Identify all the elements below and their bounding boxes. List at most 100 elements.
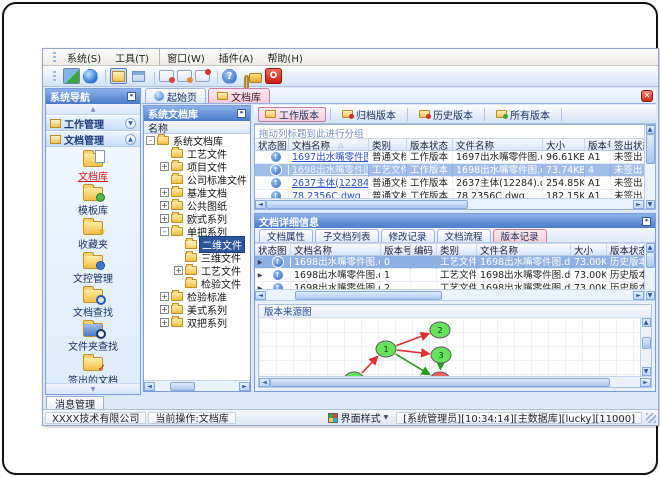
menu-item[interactable]: 窗口(W) (159, 48, 212, 66)
scroll-left-icon[interactable]: ◄ (255, 199, 266, 209)
scroll-left-icon[interactable]: ◄ (144, 381, 155, 391)
detail-tab[interactable]: 修改记录 (380, 229, 435, 243)
sidebar-item[interactable]: 模板库 (49, 184, 137, 218)
column-header[interactable]: 类别 (437, 244, 477, 255)
pin-icon[interactable]: • (237, 109, 246, 118)
scroll-right-icon[interactable]: ► (633, 290, 644, 300)
sidebar-item[interactable]: 文档查找 (49, 286, 137, 320)
scroll-left-icon[interactable]: ◄ (255, 290, 266, 300)
exit-icon[interactable] (265, 68, 282, 84)
column-header[interactable]: 版本号 (381, 244, 411, 255)
tree-column-header[interactable]: 名称 (144, 121, 250, 135)
detail-tab[interactable]: 文档流程 (436, 229, 491, 243)
globe-icon[interactable] (83, 68, 98, 84)
table-row[interactable]: ↑ 1697出水嘴零件图.dwg普通文档工作版本1697出水嘴零件图.dwg96… (255, 151, 644, 164)
resize-grip[interactable] (646, 412, 656, 423)
chevron-down-icon[interactable]: ▼ (125, 117, 136, 129)
column-header[interactable]: 文档名称 (291, 244, 381, 255)
version-filter-button[interactable]: 所有版本 (489, 107, 557, 122)
column-header[interactable]: 版本状态 (407, 139, 453, 150)
column-header[interactable]: 文件名称 (453, 139, 543, 150)
scroll-down-icon[interactable]: ▼ (645, 291, 655, 300)
scroll-left-icon[interactable]: ◄ (259, 377, 270, 387)
lock-icon[interactable] (244, 73, 262, 90)
version-filter-button[interactable]: 工作版本 (258, 106, 326, 122)
scroll-right-icon[interactable]: ► (239, 381, 250, 391)
menu-item[interactable]: 帮助(H) (260, 49, 309, 66)
ui-style-picker[interactable]: 界面样式 ▼ (322, 412, 395, 425)
tree-expander-icon[interactable]: + (160, 162, 169, 171)
table-row[interactable]: ↑ 2637主体(12284).dwg普通文档工作版本2637主体(12284)… (255, 176, 644, 190)
detail-tab[interactable]: 子文档列表 (315, 229, 379, 243)
menu-item[interactable]: 工具(T) (108, 49, 156, 66)
tree-expander-icon[interactable]: + (160, 305, 169, 314)
tree-expander-icon[interactable]: - (146, 136, 155, 145)
pin-icon[interactable]: • (127, 92, 136, 101)
scroll-up-strip[interactable]: ▲ (46, 104, 140, 115)
tree-expander-icon[interactable]: + (160, 292, 169, 301)
tree-item[interactable]: + 双把系列 (144, 316, 250, 330)
tree-expander-icon[interactable]: + (160, 188, 169, 197)
column-header[interactable]: 状态图 (255, 244, 291, 255)
grid-horizontal-scrollbar[interactable]: ◄ ► (255, 198, 644, 209)
detail-vertical-scrollbar[interactable]: ▲ ▼ (644, 243, 655, 300)
sidebar-item[interactable]: 文控管理 (49, 252, 137, 286)
sidebar-group-work[interactable]: 工作管理 ▼ (46, 115, 140, 131)
sidebar-item[interactable]: 收藏夹 (49, 218, 137, 252)
mail-alert-icon[interactable] (195, 69, 211, 82)
tree-horizontal-scrollbar[interactable]: ◄ ► (144, 380, 250, 391)
mail-compose-icon[interactable] (154, 70, 175, 85)
detail-tab[interactable]: 版本记录 (492, 229, 547, 243)
workspace-grid-icon[interactable] (130, 68, 147, 84)
tree-expander-icon[interactable]: + (160, 214, 169, 223)
graph-horizontal-scrollbar[interactable]: ◄ ► (259, 376, 651, 387)
table-row[interactable]: ▶ ↑ 1698出水嘴零件图.dwg1工艺文件1698出水嘴零件图.dwg73.… (255, 268, 644, 282)
table-row[interactable]: ↑ 1698出水嘴零件图.dwg工艺文件工作版本1698出水嘴零件图.dwg73… (255, 163, 644, 177)
table-row[interactable]: ▶ ↑ 1698出水嘴零件图.dwg0工艺文件1698出水嘴零件图.dwg73.… (255, 256, 644, 269)
menu-item[interactable]: 系统(S) (60, 49, 108, 66)
scroll-up-icon[interactable]: ▲ (645, 243, 655, 252)
tree-expander-icon[interactable]: + (160, 201, 169, 210)
grid-vertical-scrollbar[interactable]: ▲ ▼ (644, 125, 655, 209)
mail-receive-icon[interactable] (177, 70, 193, 83)
scroll-up-icon[interactable]: ▲ (645, 125, 655, 134)
scroll-right-icon[interactable]: ► (640, 377, 651, 387)
scroll-up-icon[interactable]: ▲ (641, 318, 651, 327)
tree-expander-icon[interactable]: + (174, 266, 183, 275)
version-filter-button[interactable]: 归档版本 (335, 107, 403, 122)
toolbar-grip[interactable] (53, 51, 56, 63)
chevron-up-icon[interactable]: ▲ (125, 133, 136, 145)
column-header[interactable]: 文件名称 (477, 244, 571, 255)
version-graph-canvas[interactable]: 01234 (259, 318, 640, 376)
column-header[interactable]: 文档名称 (289, 139, 369, 150)
tree-expander-icon[interactable]: + (160, 318, 169, 327)
detail-tab[interactable]: 文档属性 (259, 229, 314, 243)
detail-horizontal-scrollbar[interactable]: ◄ ► (255, 289, 644, 300)
table-row[interactable]: ▶ ↑ 1698出水嘴零件图.dwg2工艺文件1698出水嘴零件图.dwg73.… (255, 281, 644, 289)
toolbar-grip[interactable] (53, 70, 56, 82)
sidebar-item[interactable]: 文档库 (49, 150, 137, 184)
version-filter-button[interactable]: 历史版本 (412, 107, 480, 122)
column-header[interactable]: 版本状态 (607, 244, 644, 256)
table-row[interactable]: ↑ 78 2356C.dwg 普通文档 工作版本 78 2356C.dwg 182.15… (255, 189, 644, 198)
column-header[interactable]: 大小 (543, 139, 585, 150)
column-header[interactable]: 编码 (411, 244, 437, 255)
column-header[interactable]: 类别 (369, 139, 407, 150)
close-icon[interactable]: ✕ (641, 90, 653, 102)
sidebar-item[interactable]: 文件夹查找 (49, 320, 137, 354)
sidebar-group-docs[interactable]: 文档管理 ▲ (46, 131, 140, 147)
pin-icon[interactable]: • (642, 216, 651, 226)
message-manager-tab[interactable]: 消息管理 (46, 396, 104, 411)
scroll-down-strip[interactable]: ▼ (46, 383, 140, 394)
screen-preview-icon[interactable] (63, 68, 80, 84)
column-header[interactable]: 状态图 (255, 139, 289, 150)
sidebar-item[interactable]: 签出的文档 (49, 354, 137, 383)
document-window-icon[interactable] (105, 68, 127, 84)
menu-item[interactable]: 插件(A) (212, 49, 261, 66)
column-header[interactable]: 签出状态 (611, 139, 644, 151)
help-icon[interactable] (217, 68, 237, 84)
column-header[interactable]: 版本号 (585, 139, 611, 150)
document-tab[interactable]: 文档库 (208, 88, 270, 104)
tree-expander-icon[interactable]: - (160, 227, 169, 236)
document-tab[interactable]: 起始页 (145, 88, 206, 104)
